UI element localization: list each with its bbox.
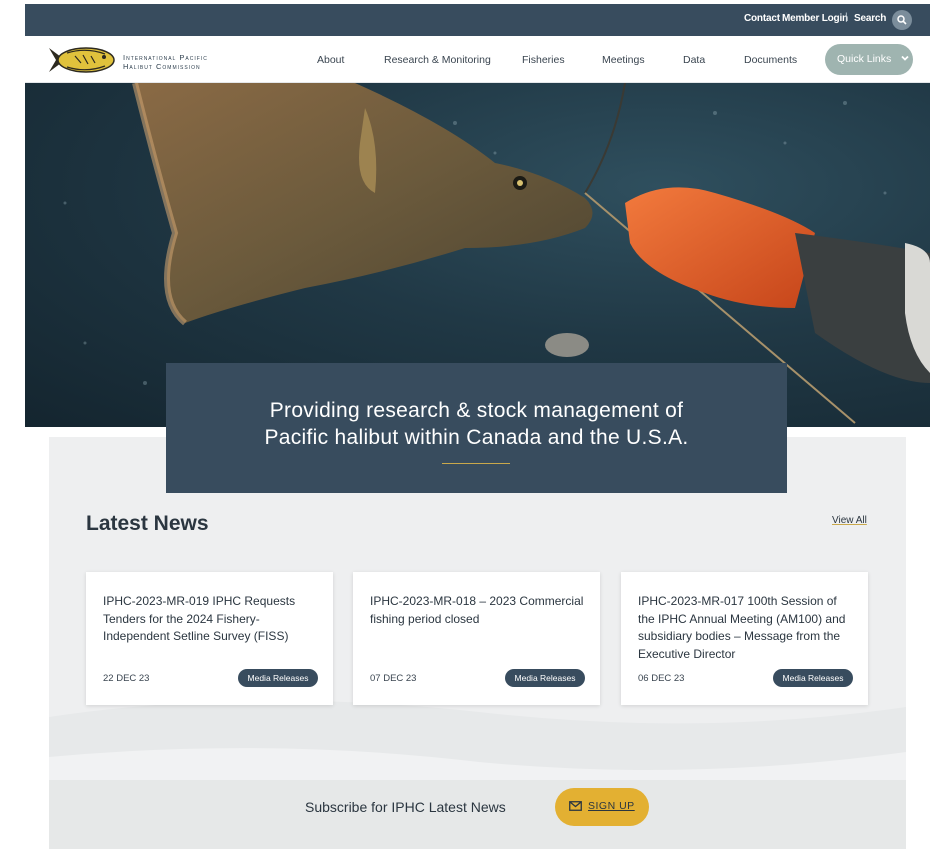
tagline-divider [442,463,510,464]
nav-fisheries[interactable]: Fisheries [522,54,565,66]
news-card[interactable]: IPHC-2023-MR-017 100th Session of the IP… [621,572,868,705]
nav-documents[interactable]: Documents [744,54,797,66]
news-card[interactable]: IPHC-2023-MR-019 IPHC Requests Tenders f… [86,572,333,705]
envelope-icon [569,801,582,811]
latest-news-heading: Latest News [86,512,209,535]
iphc-logo-icon[interactable] [47,45,115,75]
sign-up-button[interactable]: SIGN UP [555,788,649,826]
search-link[interactable]: Search [854,13,886,24]
logo-text[interactable]: International Pacific Halibut Commission [123,53,208,71]
utility-separator: | [845,12,848,23]
quick-links-label: Quick Links [837,53,892,65]
news-card-title[interactable]: IPHC-2023-MR-019 IPHC Requests Tenders f… [103,593,321,646]
news-card-date: 07 DEC 23 [370,673,417,684]
news-card-title[interactable]: IPHC-2023-MR-017 100th Session of the IP… [638,593,856,663]
utility-bar: Contact Member Login | Search [25,4,930,36]
subscribe-text: Subscribe for IPHC Latest News [305,799,506,815]
news-card-date: 06 DEC 23 [638,673,685,684]
sign-up-label: SIGN UP [588,800,635,812]
main-header: International Pacific Halibut Commission… [25,36,930,83]
search-icon [897,15,907,25]
quick-links-button[interactable]: Quick Links [825,44,913,75]
nav-about[interactable]: About [317,54,344,66]
nav-data[interactable]: Data [683,54,705,66]
view-all-link[interactable]: View All [832,515,867,526]
search-button[interactable] [892,10,912,30]
news-card[interactable]: IPHC-2023-MR-018 – 2023 Commercial fishi… [353,572,600,705]
hero-tagline-line-1: Providing research & stock management of [269,399,684,422]
news-card-category-badge[interactable]: Media Releases [773,669,853,687]
news-card-title[interactable]: IPHC-2023-MR-018 – 2023 Commercial fishi… [370,593,588,628]
member-login-link[interactable]: Member Login [782,13,848,24]
hero-tagline-line-2: Pacific halibut within Canada and the U.… [264,426,689,449]
nav-research-monitoring[interactable]: Research & Monitoring [384,54,491,66]
chevron-down-icon [901,55,909,61]
hero-tagline-box: Providing research & stock management of… [166,363,787,493]
logo-line-2: Halibut Commission [123,62,201,71]
nav-meetings[interactable]: Meetings [602,54,645,66]
news-card-category-badge[interactable]: Media Releases [505,669,585,687]
logo-line-1: International Pacific [123,53,208,62]
news-card-category-badge[interactable]: Media Releases [238,669,318,687]
contact-link[interactable]: Contact [744,13,780,24]
news-card-date: 22 DEC 23 [103,673,150,684]
